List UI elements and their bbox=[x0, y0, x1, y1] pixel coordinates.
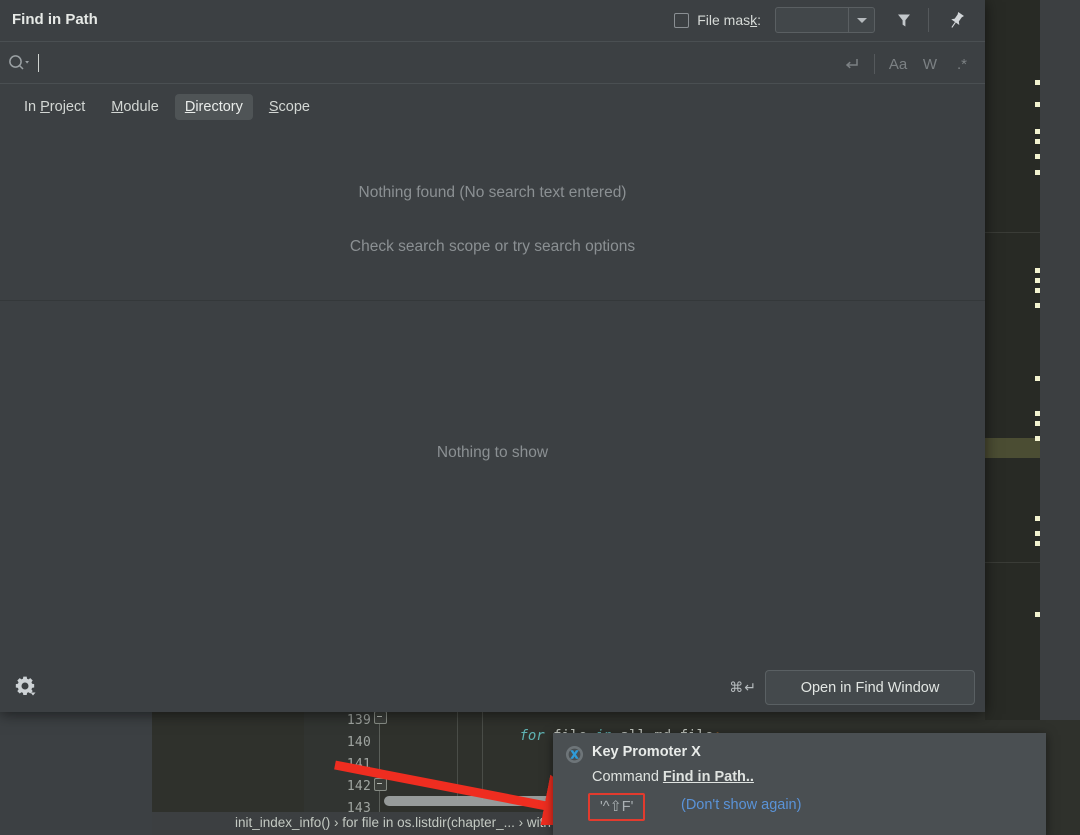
results-empty-primary: Nothing found (No search text entered) bbox=[0, 184, 985, 202]
minimap-divider bbox=[985, 232, 1040, 233]
ide-screen: 139 140 141 142 143 for file in all_md_f… bbox=[0, 0, 1080, 835]
gear-dropdown-icon bbox=[13, 674, 37, 698]
search-options-divider bbox=[874, 54, 875, 74]
key-promoter-x-icon bbox=[565, 745, 584, 764]
tool-window-tab-parser[interactable]: Parser bbox=[1040, 0, 1080, 720]
filter-icon bbox=[895, 11, 913, 29]
results-area: Nothing found (No search text entered) C… bbox=[0, 136, 985, 300]
fold-collapse-icon[interactable] bbox=[374, 778, 387, 791]
results-empty-secondary: Check search scope or try search options bbox=[0, 238, 985, 256]
settings-button[interactable] bbox=[12, 673, 38, 699]
shortcut-badge: '^⇧F' bbox=[588, 793, 645, 821]
sidebar-item-module[interactable]: Module bbox=[101, 94, 169, 120]
page-title: Find in Path bbox=[12, 11, 98, 28]
minimap-divider bbox=[985, 562, 1040, 563]
file-mask-combobox[interactable] bbox=[775, 7, 875, 33]
line-number: 139 bbox=[347, 713, 371, 728]
line-number: 141 bbox=[347, 757, 371, 772]
editor-marker-gutter[interactable] bbox=[985, 0, 1040, 720]
search-row: Aa W .* bbox=[0, 41, 985, 84]
scope-tabs: In Project Module Directory Scope bbox=[14, 94, 320, 120]
scope-tab-post: roject bbox=[50, 99, 85, 115]
search-icon[interactable] bbox=[7, 53, 31, 78]
notification-command: Command Find in Path.. bbox=[592, 769, 754, 785]
scope-tab-mnemonic: D bbox=[185, 99, 195, 115]
search-option-icons: Aa W .* bbox=[836, 51, 977, 77]
chevron-down-icon bbox=[857, 18, 867, 23]
scope-tab-pre: In bbox=[24, 99, 40, 115]
notification-title: Key Promoter X bbox=[592, 744, 701, 760]
editor-gutter[interactable]: 139 140 141 142 143 bbox=[304, 700, 379, 812]
scope-tab-post: irectory bbox=[195, 99, 243, 115]
file-mask-label-post: : bbox=[757, 12, 761, 28]
dialog-title-bar: Find in Path File mask: bbox=[0, 0, 985, 41]
line-number: 142 bbox=[347, 779, 371, 794]
scope-tab-mnemonic: S bbox=[269, 99, 279, 115]
filter-button[interactable] bbox=[891, 7, 917, 33]
match-case-icon[interactable]: Aa bbox=[883, 51, 913, 77]
preview-area: Nothing to show bbox=[0, 301, 985, 661]
sidebar-item-in-project[interactable]: In Project bbox=[14, 94, 95, 120]
pin-button[interactable] bbox=[943, 7, 969, 33]
fold-collapse-icon[interactable] bbox=[374, 711, 387, 724]
file-mask-group: File mask: bbox=[674, 7, 875, 33]
scope-tab-post: cope bbox=[279, 99, 310, 115]
open-in-find-window-button[interactable]: Open in Find Window bbox=[765, 670, 975, 705]
notification-command-prefix: Command bbox=[592, 769, 663, 785]
editor-left-pad bbox=[0, 700, 152, 835]
open-shortcut-hint: ⌘↵ bbox=[729, 679, 757, 696]
notification-command-name: Find in Path.. bbox=[663, 769, 754, 785]
words-icon[interactable]: W bbox=[915, 51, 945, 77]
file-mask-input[interactable] bbox=[776, 8, 848, 32]
preview-empty-message: Nothing to show bbox=[0, 444, 985, 462]
sidebar-item-directory[interactable]: Directory bbox=[175, 94, 253, 120]
pin-icon bbox=[947, 11, 966, 30]
file-mask-label-pre: File mas bbox=[697, 12, 750, 28]
key-promoter-notification: Key Promoter X Command Find in Path.. '^… bbox=[553, 733, 1046, 835]
regex-icon[interactable]: .* bbox=[947, 51, 977, 77]
text-caret bbox=[38, 54, 39, 72]
scope-tab-post: odule bbox=[123, 99, 158, 115]
scope-row: In Project Module Directory Scope ƆS~MWe… bbox=[0, 84, 985, 136]
toolbar-divider bbox=[928, 8, 929, 32]
dialog-bottom-bar: ⌘↵ Open in Find Window bbox=[0, 661, 985, 712]
multiline-toggle-icon[interactable] bbox=[836, 51, 866, 77]
find-in-path-dialog: Find in Path File mask: bbox=[0, 0, 985, 712]
search-input[interactable] bbox=[44, 54, 804, 72]
line-number: 140 bbox=[347, 735, 371, 750]
file-mask-label: File mask: bbox=[697, 12, 761, 28]
file-mask-checkbox[interactable] bbox=[674, 13, 689, 28]
file-mask-dropdown-arrow[interactable] bbox=[848, 8, 874, 32]
scope-tab-mnemonic: P bbox=[40, 99, 50, 115]
scope-tab-mnemonic: M bbox=[111, 99, 123, 115]
dont-show-again-link[interactable]: (Don't show again) bbox=[681, 797, 801, 813]
sidebar-item-scope[interactable]: Scope bbox=[259, 94, 320, 120]
